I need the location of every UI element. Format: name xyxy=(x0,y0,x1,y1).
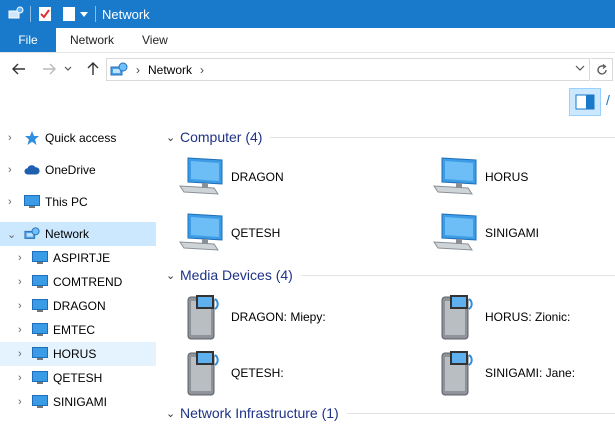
refresh-icon xyxy=(596,63,607,75)
computer-tile-sinigami[interactable]: SINIGAMI xyxy=(432,209,615,257)
expand-arrow-icon[interactable]: › xyxy=(18,252,28,264)
network-window-icon[interactable] xyxy=(8,6,24,22)
nav-item-network[interactable]: ⌄ Network xyxy=(0,222,156,246)
tab-view[interactable]: View xyxy=(128,28,182,52)
computer-icon xyxy=(32,274,48,290)
navigation-bar: › Network › xyxy=(0,53,615,86)
computer-icon xyxy=(24,194,40,210)
breadcrumb-network[interactable]: Network xyxy=(148,63,192,77)
computer-icon xyxy=(32,394,48,410)
chevron-down-icon xyxy=(64,66,72,71)
address-bar[interactable]: › Network › xyxy=(106,58,590,81)
nav-item-qetesh[interactable]: › QETESH xyxy=(0,366,156,390)
group-divider xyxy=(270,136,615,138)
expand-arrow-icon[interactable]: › xyxy=(8,164,18,176)
cloud-icon xyxy=(24,162,40,178)
computer-icon xyxy=(32,322,48,338)
title-bar: Network xyxy=(0,0,615,28)
toolbar-separator xyxy=(30,6,31,22)
media-server-icon xyxy=(432,293,480,341)
group-header-network-infrastructure[interactable]: ⌄ Network Infrastructure (1) xyxy=(166,402,615,424)
computer-icon xyxy=(32,298,48,314)
collapse-chevron-icon[interactable]: ⌄ xyxy=(166,269,178,282)
computer-icon xyxy=(32,346,48,362)
group-divider xyxy=(346,412,615,414)
expand-arrow-icon[interactable]: › xyxy=(8,132,18,144)
nav-item-emtec[interactable]: › EMTEC xyxy=(0,318,156,342)
computer-icon xyxy=(178,153,226,201)
nav-item-horus[interactable]: › HORUS xyxy=(0,342,156,366)
media-server-icon xyxy=(178,293,226,341)
media-tile-sinigami[interactable]: SINIGAMI: Jane: xyxy=(432,349,615,397)
breadcrumb-separator-icon: › xyxy=(136,62,140,77)
up-button[interactable] xyxy=(82,58,104,80)
media-tile-qetesh[interactable]: QETESH: xyxy=(178,349,398,397)
network-icon xyxy=(110,62,128,78)
computer-icon xyxy=(432,153,480,201)
expand-arrow-icon[interactable]: › xyxy=(18,372,28,384)
view-toolbar: / xyxy=(0,86,615,118)
expand-arrow-icon[interactable]: › xyxy=(18,324,28,336)
refresh-button[interactable] xyxy=(591,58,613,81)
group-header-computer[interactable]: ⌄ Computer (4) xyxy=(166,126,615,148)
help-icon[interactable]: / xyxy=(606,92,610,108)
breadcrumb-chevron-icon[interactable]: › xyxy=(200,63,204,77)
quick-access-dropdown-icon[interactable] xyxy=(79,6,89,22)
details-pane-icon xyxy=(575,94,595,110)
content-pane: ⌄ Computer (4) DRAGON HORUS QETESH SINIG… xyxy=(158,118,615,422)
network-icon xyxy=(24,226,40,242)
tab-file[interactable]: File xyxy=(0,28,56,52)
nav-item-onedrive[interactable]: › OneDrive xyxy=(0,158,156,182)
media-tile-horus[interactable]: HORUS: Zionic: xyxy=(432,293,615,341)
expand-arrow-icon[interactable]: › xyxy=(18,300,28,312)
computer-icon xyxy=(32,370,48,386)
computer-icon xyxy=(432,209,480,257)
expand-arrow-icon[interactable]: › xyxy=(18,396,28,408)
media-tile-dragon[interactable]: DRAGON: Miepy: xyxy=(178,293,398,341)
nav-item-dragon[interactable]: › DRAGON xyxy=(0,294,156,318)
group-divider xyxy=(300,274,615,276)
computer-icon xyxy=(32,250,48,266)
collapse-chevron-icon[interactable]: ⌄ xyxy=(166,131,178,144)
navigation-pane: › Quick access › OneDrive › This PC ⌄ Ne… xyxy=(0,118,158,422)
computer-tile-qetesh[interactable]: QETESH xyxy=(178,209,398,257)
collapse-arrow-icon[interactable]: ⌄ xyxy=(7,228,17,241)
computer-icon xyxy=(178,209,226,257)
nav-item-this-pc[interactable]: › This PC xyxy=(0,190,156,214)
expand-arrow-icon[interactable]: › xyxy=(18,348,28,360)
arrow-left-icon xyxy=(12,63,25,75)
ribbon-tabs: File Network View xyxy=(0,28,615,53)
properties-icon[interactable] xyxy=(37,6,53,22)
window-title: Network xyxy=(102,6,150,22)
group-header-media-devices[interactable]: ⌄ Media Devices (4) xyxy=(166,264,615,286)
address-dropdown-icon[interactable] xyxy=(575,62,585,74)
nav-item-sinigami[interactable]: › SINIGAMI xyxy=(0,390,156,414)
computer-tile-dragon[interactable]: DRAGON xyxy=(178,153,398,201)
media-server-icon xyxy=(432,349,480,397)
nav-item-quick-access[interactable]: › Quick access xyxy=(0,126,156,150)
media-server-icon xyxy=(178,349,226,397)
computer-tile-horus[interactable]: HORUS xyxy=(432,153,615,201)
tab-network[interactable]: Network xyxy=(56,28,128,52)
nav-item-comtrend[interactable]: › COMTREND xyxy=(0,270,156,294)
arrow-up-icon xyxy=(87,62,99,75)
star-icon xyxy=(24,130,40,146)
recent-locations-button[interactable] xyxy=(61,58,75,80)
collapse-chevron-icon[interactable]: ⌄ xyxy=(166,407,178,420)
expand-arrow-icon[interactable]: › xyxy=(18,276,28,288)
forward-button[interactable] xyxy=(38,58,60,80)
arrow-right-icon xyxy=(43,63,56,75)
back-button[interactable] xyxy=(8,58,30,80)
title-separator xyxy=(95,6,96,22)
new-folder-icon[interactable] xyxy=(61,6,77,22)
expand-arrow-icon[interactable]: › xyxy=(8,196,18,208)
details-pane-button[interactable] xyxy=(569,88,601,116)
nav-item-aspirtje[interactable]: › ASPIRTJE xyxy=(0,246,156,270)
